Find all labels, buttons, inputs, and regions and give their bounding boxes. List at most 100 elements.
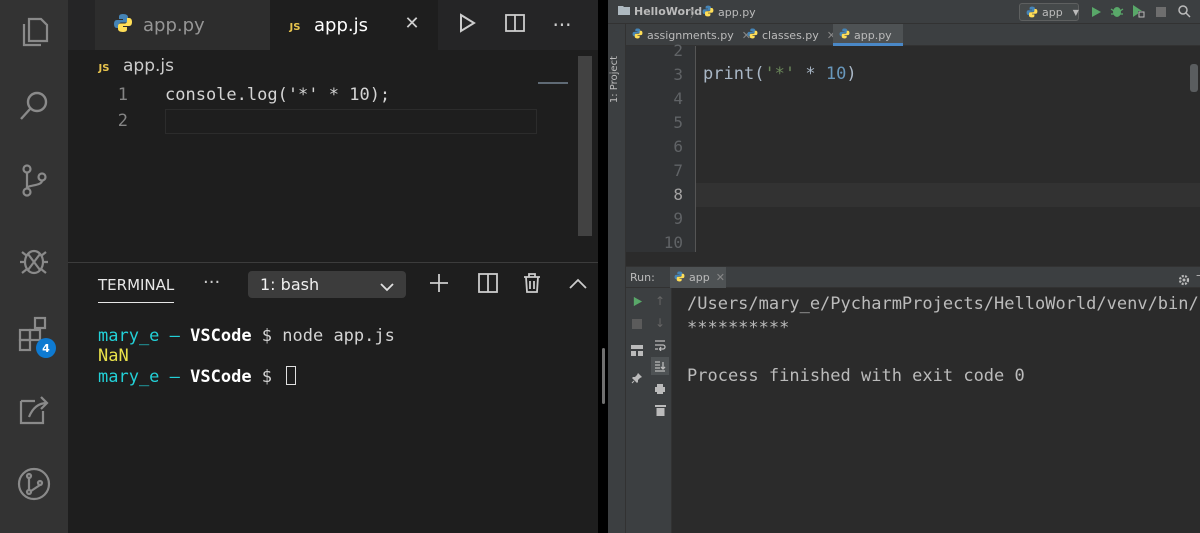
- line-number: 6: [673, 137, 683, 156]
- tab-label: app.js: [314, 14, 368, 36]
- tab-assignments-py[interactable]: assignments.py ✕: [626, 24, 751, 46]
- breadcrumb-file[interactable]: app.py: [702, 5, 756, 20]
- console-line: Process finished with exit code 0: [687, 366, 1025, 386]
- tab-classes-py[interactable]: classes.py ✕: [741, 24, 836, 46]
- breadcrumb-separator: 〉: [690, 7, 701, 20]
- kill-terminal-button[interactable]: [518, 271, 546, 299]
- project-tool-button[interactable]: 1: Project: [609, 56, 620, 103]
- maximize-panel-button[interactable]: [564, 271, 592, 299]
- scroll-to-end-button[interactable]: [651, 357, 669, 375]
- play-icon: [1090, 3, 1102, 22]
- scroll-down-button[interactable]: ↓: [651, 314, 669, 332]
- panel-more-button[interactable]: ···: [203, 272, 220, 293]
- python-file-icon: [632, 28, 643, 42]
- source-control-button[interactable]: [0, 152, 68, 212]
- debug-button[interactable]: [1109, 4, 1125, 20]
- layout-button[interactable]: [628, 341, 646, 359]
- line-number: 9: [673, 209, 683, 228]
- project-tool-strip: 1: Project: [608, 24, 626, 533]
- scroll-end-icon: [654, 357, 666, 376]
- print-button[interactable]: [651, 380, 669, 398]
- search-icon: [1177, 3, 1191, 22]
- current-line-highlight: [696, 183, 1200, 207]
- terminal-select[interactable]: 1: bash: [248, 271, 406, 298]
- python-file-icon: [1026, 3, 1038, 22]
- coverage-button[interactable]: [1130, 4, 1146, 20]
- split-terminal-button[interactable]: [474, 271, 502, 299]
- resize-handle[interactable]: [602, 348, 605, 404]
- breadcrumb[interactable]: JS app.js: [95, 56, 174, 76]
- debug-button[interactable]: [0, 232, 68, 292]
- terminal-user: mary_e: [98, 367, 160, 387]
- search-everywhere-button[interactable]: [1176, 4, 1192, 20]
- explorer-button[interactable]: [0, 4, 68, 64]
- tab-app-py[interactable]: app.py: [95, 0, 270, 50]
- tab-terminal[interactable]: TERMINAL: [98, 276, 174, 294]
- stop-button[interactable]: [628, 314, 646, 332]
- line-number: 10: [663, 233, 683, 252]
- terminal-output[interactable]: mary_e – VSCode $ node app.js NaN mary_e…: [98, 326, 395, 387]
- split-editor-icon: [504, 12, 526, 38]
- run-tool-header: Run: app ✕ —: [626, 266, 1200, 288]
- trash-icon: [654, 401, 666, 420]
- remote-button[interactable]: [0, 380, 68, 440]
- terminal-select-value: 1: bash: [260, 275, 320, 294]
- pycharm-window: HelloWorld 〉 app.py app ▼ 1: Project ass…: [608, 0, 1200, 533]
- git-graph-button[interactable]: [0, 456, 68, 516]
- code-text: console.log('*' * 10);: [165, 85, 391, 105]
- line-number: 3: [673, 65, 683, 84]
- new-terminal-button[interactable]: [425, 271, 453, 299]
- code-paren: ): [846, 64, 857, 84]
- run-config-name: app: [1042, 5, 1063, 19]
- git-graph-icon: [15, 465, 53, 507]
- run-console-output[interactable]: /Users/mary_e/PycharmProjects/HelloWorld…: [687, 292, 1200, 388]
- js-file-icon: JS: [289, 21, 301, 33]
- search-button[interactable]: [0, 78, 68, 138]
- run-configuration-select[interactable]: app ▼: [1019, 3, 1079, 21]
- line-number: 4: [673, 89, 683, 108]
- editor-tab-bar: assignments.py ✕ classes.py ✕ app.py: [626, 24, 1200, 46]
- wrap-icon: [654, 336, 666, 355]
- code-editor[interactable]: 1 console.log('*' * 10); 2: [68, 82, 598, 134]
- pin-button[interactable]: [628, 369, 646, 387]
- run-button[interactable]: [452, 10, 482, 40]
- minimize-icon[interactable]: —: [1196, 268, 1200, 282]
- soft-wrap-button[interactable]: [651, 336, 669, 354]
- scroll-up-button[interactable]: ↑: [651, 292, 669, 310]
- python-file-icon: [674, 271, 685, 285]
- active-tab-underline: [98, 302, 174, 303]
- gear-icon[interactable]: [1178, 271, 1190, 290]
- code-number: 10: [825, 64, 847, 84]
- rerun-button[interactable]: [628, 292, 646, 310]
- run-tab-label: app: [689, 271, 710, 284]
- tab-label: assignments.py: [647, 28, 734, 42]
- close-icon[interactable]: ✕: [716, 271, 725, 284]
- editor-scrollbar[interactable]: [1190, 64, 1198, 92]
- minimap[interactable]: [538, 82, 568, 84]
- console-line: /Users/mary_e/PycharmProjects/HelloWorld…: [687, 294, 1200, 314]
- terminal-command: $ node app.js: [251, 326, 395, 346]
- extensions-badge: 4: [36, 338, 56, 358]
- pin-icon: [631, 369, 643, 388]
- line-number: 2: [673, 41, 683, 60]
- terminal-host: VSCode: [190, 326, 252, 346]
- active-tab-underline: [833, 43, 903, 46]
- run-tab-app[interactable]: app ✕: [670, 267, 726, 288]
- clear-button[interactable]: [651, 401, 669, 419]
- breadcrumb-file: app.js: [123, 56, 174, 76]
- extensions-button[interactable]: 4: [0, 306, 68, 366]
- close-icon[interactable]: ✕: [402, 14, 422, 34]
- run-button[interactable]: [1088, 4, 1104, 20]
- terminal-user: mary_e: [98, 326, 160, 346]
- split-terminal-icon: [477, 272, 499, 298]
- play-icon: [456, 12, 478, 38]
- terminal-line: mary_e – VSCode $ node app.js: [98, 326, 395, 346]
- editor-scrollbar[interactable]: [578, 56, 592, 236]
- search-icon: [15, 87, 53, 129]
- more-actions-button[interactable]: ···: [547, 10, 577, 40]
- split-editor-button[interactable]: [500, 10, 530, 40]
- code-editor[interactable]: print('*' * 10): [703, 64, 857, 84]
- tab-app-js[interactable]: JS app.js ✕: [270, 0, 438, 50]
- stop-button[interactable]: [1153, 4, 1169, 20]
